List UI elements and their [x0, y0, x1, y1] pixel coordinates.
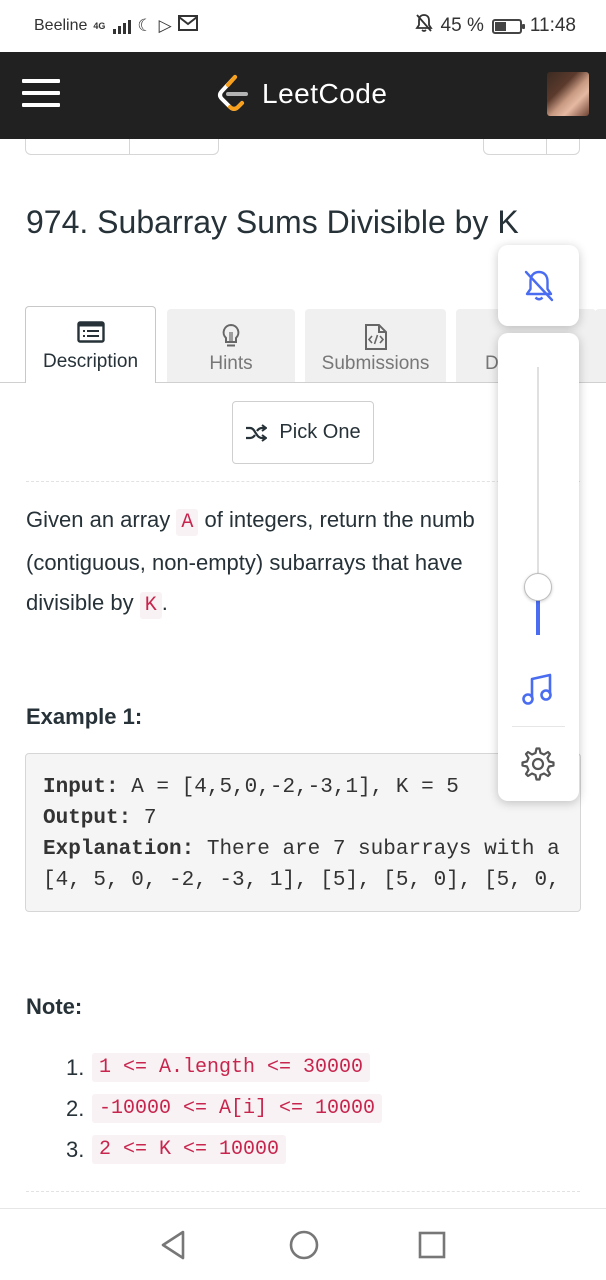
- example-explanation-line: Explanation: There are 7 subarrays with …: [43, 838, 560, 861]
- notifications-off-icon: [414, 13, 433, 39]
- note-title: Note:: [26, 994, 83, 1019]
- gear-icon[interactable]: [520, 746, 556, 787]
- description-line-3: divisible by K.: [26, 590, 168, 619]
- description-icon: [76, 321, 105, 343]
- do-not-disturb-icon: ☾: [137, 15, 153, 35]
- section-divider: [26, 481, 580, 482]
- scrolled-control-group-left[interactable]: [25, 139, 219, 155]
- play-store-icon: ▷: [158, 15, 172, 35]
- signal-icon: [113, 18, 132, 34]
- tab-hints[interactable]: Hints: [167, 309, 295, 382]
- recents-square-icon[interactable]: [418, 1229, 446, 1266]
- code-file-icon: [364, 324, 387, 350]
- pick-one-label: Pick One: [279, 421, 361, 443]
- navigation-bar: [0, 1208, 606, 1280]
- volume-slider-thumb[interactable]: [524, 573, 552, 601]
- problem-title: 974. Subarray Sums Divisible by K: [26, 204, 519, 240]
- leetcode-logo[interactable]: LeetCode: [216, 74, 387, 114]
- tab-label: Hints: [209, 353, 253, 374]
- network-type: 4G: [93, 20, 106, 31]
- list-item: 3. 2 <= K <= 10000: [66, 1129, 382, 1170]
- inline-code-a: A: [176, 509, 199, 536]
- tab-submissions[interactable]: Submissions: [305, 309, 446, 382]
- description-line-1: Given an array A of integers, return the…: [26, 507, 475, 536]
- bell-off-icon: [524, 270, 553, 301]
- pick-one-button[interactable]: Pick One: [232, 401, 374, 464]
- example-title: Example 1:: [26, 704, 143, 729]
- description-line-2: (contiguous, non-empty) subarrays that h…: [26, 550, 463, 575]
- battery-icon: [491, 18, 525, 34]
- logo-text: LeetCode: [262, 78, 388, 109]
- clock: 11:48: [529, 15, 576, 36]
- constraint-code: 1 <= A.length <= 30000: [92, 1053, 371, 1082]
- hamburger-menu-icon[interactable]: [22, 79, 60, 107]
- list-item: 1. 1 <= A.length <= 30000: [66, 1047, 382, 1088]
- volume-panel-divider: [512, 726, 565, 727]
- example-output-line: Output: 7: [43, 807, 157, 830]
- battery-percent: 45 %: [440, 15, 484, 36]
- mail-icon: [177, 15, 198, 36]
- ringer-mute-button[interactable]: [498, 245, 579, 326]
- inline-code-k: K: [139, 592, 162, 619]
- avatar[interactable]: [547, 72, 589, 116]
- tab-overflow[interactable]: [595, 309, 606, 382]
- back-triangle-icon[interactable]: [158, 1229, 188, 1266]
- problem-description: Given an array A of integers, return the…: [26, 500, 506, 626]
- section-divider: [26, 1191, 580, 1192]
- scrolled-control-group-right[interactable]: [483, 139, 580, 155]
- music-note-icon[interactable]: [520, 671, 556, 712]
- constraint-code: 2 <= K <= 10000: [92, 1135, 287, 1164]
- tab-label: Submissions: [321, 353, 430, 374]
- battery-level-fill: [494, 21, 506, 31]
- tab-label: Description: [42, 351, 139, 372]
- leetcode-logo-icon: [218, 75, 248, 111]
- list-item: 2. -10000 <= A[i] <= 10000: [66, 1088, 383, 1129]
- app-header: LeetCode: [0, 52, 606, 139]
- carrier-name: Beeline: [34, 16, 88, 34]
- constraint-code: -10000 <= A[i] <= 10000: [92, 1094, 383, 1123]
- lightbulb-icon: [222, 323, 240, 347]
- note-list: 1. 1 <= A.length <= 30000 2. -10000 <= A[i…: [66, 1047, 383, 1170]
- volume-panel: [498, 333, 579, 801]
- tab-description[interactable]: Description: [25, 306, 156, 383]
- status-bar: Beeline 4G ☾ ▷ 45 % 11:48: [0, 0, 606, 52]
- home-circle-icon[interactable]: [288, 1229, 320, 1266]
- shuffle-icon: [246, 423, 268, 442]
- example-explanation-line-2: [4, 5, 0, -2, -3, 1], [5], [5, 0], [5, 0…: [43, 869, 560, 892]
